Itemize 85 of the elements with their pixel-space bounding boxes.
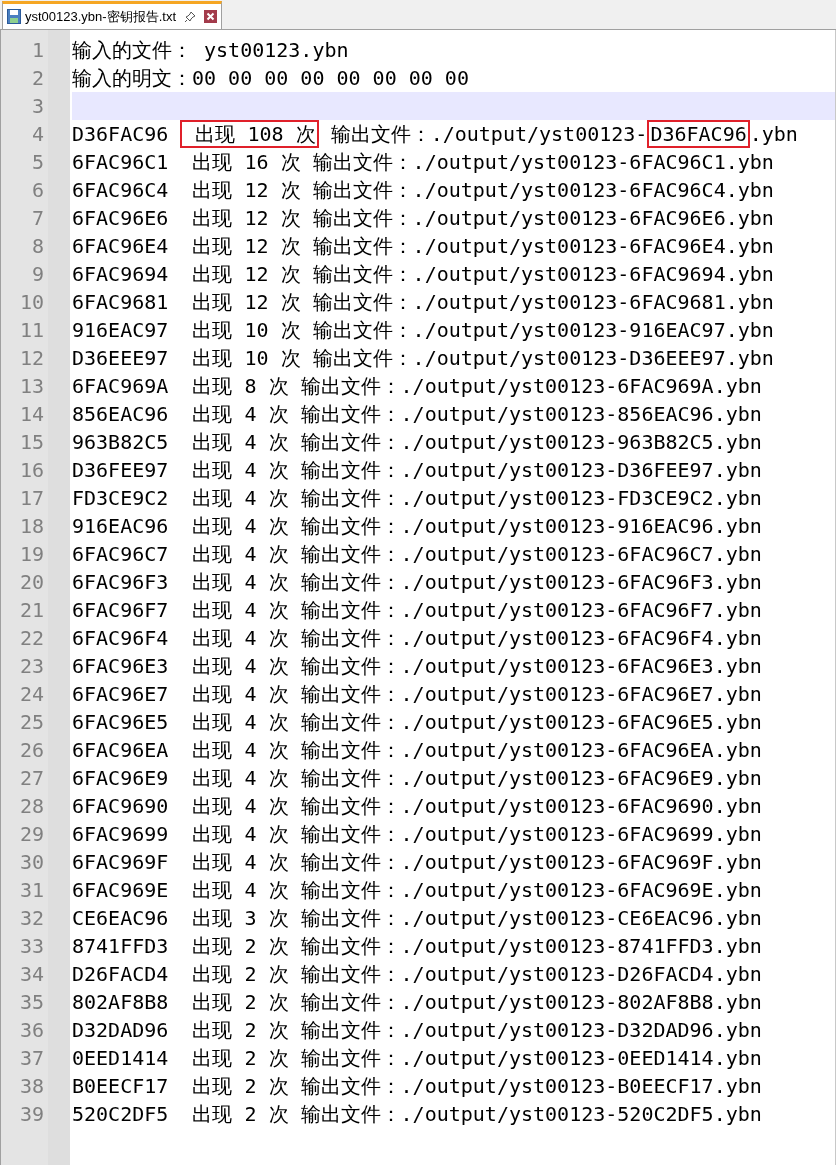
code-line: 802AF8B8 出现 2 次 输出文件：./output/yst00123-802AF8B8.ybn: [72, 989, 763, 1016]
pin-icon[interactable]: [184, 10, 196, 23]
line-number: 15: [18, 429, 45, 456]
line-number: 1: [30, 37, 45, 64]
line-number: 12: [18, 345, 45, 372]
line-number: 4: [30, 121, 45, 148]
line-number: 18: [18, 513, 45, 540]
line-number: 27: [18, 765, 45, 792]
code-line: 6FAC96E4 出现 12 次 输出文件：./output/yst00123-6FAC96E4.ybn: [72, 233, 775, 260]
line-number: 31: [18, 877, 45, 904]
save-icon: [7, 9, 21, 24]
code-line: D36EEE97 出现 10 次 输出文件：./output/yst00123-D36EEE97.ybn: [72, 345, 775, 372]
line-number: 35: [18, 989, 45, 1016]
code-line: D36FEE97 出现 4 次 输出文件：./output/yst00123-D36FEE97.ybn: [72, 457, 763, 484]
code-line: 6FAC969A 出现 8 次 输出文件：./output/yst00123-6FAC969A.ybn: [72, 373, 763, 400]
line-number: 8: [30, 233, 45, 260]
code-line: 6FAC96F3 出现 4 次 输出文件：./output/yst00123-6FAC96F3.ybn: [72, 569, 763, 596]
code-line: 6FAC9699 出现 4 次 输出文件：./output/yst00123-6FAC9699.ybn: [72, 821, 763, 848]
line-number: 29: [18, 821, 45, 848]
code-line: 0EED1414 出现 2 次 输出文件：./output/yst00123-0EED1414.ybn: [72, 1045, 763, 1072]
line-number: 23: [18, 653, 45, 680]
code-line: B0EECF17 出现 2 次 输出文件：./output/yst00123-B0EECF17.ybn: [72, 1073, 763, 1100]
code-line: 856EAC96 出现 4 次 输出文件：./output/yst00123-856EAC96.ybn: [72, 401, 763, 428]
line-number: 20: [18, 569, 45, 596]
line-number: 3: [30, 93, 45, 120]
line-number: 7: [30, 205, 45, 232]
code-line: 6FAC96E5 出现 4 次 输出文件：./output/yst00123-6FAC96E5.ybn: [72, 709, 763, 736]
line-number: 21: [18, 597, 45, 624]
code-line: D26FACD4 出现 2 次 输出文件：./output/yst00123-D26FACD4.ybn: [72, 961, 763, 988]
code-line: 6FAC9694 出现 12 次 输出文件：./output/yst00123-6FAC9694.ybn: [72, 261, 775, 288]
line-number: 39: [18, 1101, 45, 1128]
highlight-box: D36FAC96: [647, 120, 750, 148]
code-line: 6FAC96E6 出现 12 次 输出文件：./output/yst00123-6FAC96E6.ybn: [72, 205, 775, 232]
code-line: 6FAC96E9 出现 4 次 输出文件：./output/yst00123-6FAC96E9.ybn: [72, 765, 763, 792]
line-number: 2: [30, 65, 45, 92]
code-line: 6FAC96EA 出现 4 次 输出文件：./output/yst00123-6FAC96EA.ybn: [72, 737, 763, 764]
code-text: 输出文件：./output/yst00123-: [329, 121, 648, 148]
line-number: 16: [18, 457, 45, 484]
code-text: .ybn: [749, 121, 798, 148]
code-line: 916EAC97 出现 10 次 输出文件：./output/yst00123-916EAC97.ybn: [72, 317, 775, 344]
line-number: 5: [30, 149, 45, 176]
code-line: 6FAC96E7 出现 4 次 输出文件：./output/yst00123-6FAC96E7.ybn: [72, 681, 763, 708]
line-number: 19: [18, 541, 45, 568]
highlight-box: 出现 108 次: [180, 120, 319, 148]
code-line: 6FAC96C1 出现 16 次 输出文件：./output/yst00123-6FAC96C1.ybn: [72, 149, 775, 176]
file-tab[interactable]: yst00123.ybn-密钥报告.txt: [2, 1, 222, 29]
line-number: 33: [18, 933, 45, 960]
code-line: CE6EAC96 出现 3 次 输出文件：./output/yst00123-CE6EAC96.ybn: [72, 905, 763, 932]
line-number: 34: [18, 961, 45, 988]
code-line: 6FAC96F7 出现 4 次 输出文件：./output/yst00123-6FAC96F7.ybn: [72, 597, 763, 624]
line-number: 32: [18, 905, 45, 932]
code-line: 6FAC9690 出现 4 次 输出文件：./output/yst00123-6FAC9690.ybn: [72, 793, 763, 820]
code-line: 963B82C5 出现 4 次 输出文件：./output/yst00123-963B82C5.ybn: [72, 429, 763, 456]
code-line: 输入的明文：00 00 00 00 00 00 00 00: [72, 65, 470, 92]
line-number: 36: [18, 1017, 45, 1044]
line-number: 37: [18, 1045, 45, 1072]
line-number: 9: [30, 261, 45, 288]
code-line: 6FAC969F 出现 4 次 输出文件：./output/yst00123-6FAC969F.ybn: [72, 849, 763, 876]
code-line: 6FAC969E 出现 4 次 输出文件：./output/yst00123-6FAC969E.ybn: [72, 877, 763, 904]
line-number: 26: [18, 737, 45, 764]
line-number: 24: [18, 681, 45, 708]
line-number: 17: [18, 485, 45, 512]
line-number: 30: [18, 849, 45, 876]
code-line: 输入的文件： yst00123.ybn: [72, 37, 350, 64]
close-icon[interactable]: [204, 10, 217, 23]
code-line: 6FAC96F4 出现 4 次 输出文件：./output/yst00123-6FAC96F4.ybn: [72, 625, 763, 652]
code-line: 6FAC96C4 出现 12 次 输出文件：./output/yst00123-6FAC96C4.ybn: [72, 177, 775, 204]
line-number: 25: [18, 709, 45, 736]
line-number: 10: [18, 289, 45, 316]
code-line: 6FAC9681 出现 12 次 输出文件：./output/yst00123-6FAC9681.ybn: [72, 289, 775, 316]
line-number: 14: [18, 401, 45, 428]
code-line: FD3CE9C2 出现 4 次 输出文件：./output/yst00123-FD3CE9C2.ybn: [72, 485, 763, 512]
code-line: 6FAC96C7 出现 4 次 输出文件：./output/yst00123-6FAC96C7.ybn: [72, 541, 763, 568]
line-number: 28: [18, 793, 45, 820]
code-line: 6FAC96E3 出现 4 次 输出文件：./output/yst00123-6FAC96E3.ybn: [72, 653, 763, 680]
code-text: D36FAC96: [72, 121, 170, 148]
code-line: 916EAC96 出现 4 次 输出文件：./output/yst00123-916EAC96.ybn: [72, 513, 763, 540]
code-line: D32DAD96 出现 2 次 输出文件：./output/yst00123-D32DAD96.ybn: [72, 1017, 763, 1044]
line-number: 6: [30, 177, 45, 204]
code-line: 520C2DF5 出现 2 次 输出文件：./output/yst00123-520C2DF5.ybn: [72, 1101, 763, 1128]
code-line: 8741FFD3 出现 2 次 输出文件：./output/yst00123-8741FFD3.ybn: [72, 933, 763, 960]
line-number: 13: [18, 373, 45, 400]
line-number: 11: [18, 317, 45, 344]
line-number: 38: [18, 1073, 45, 1100]
line-number: 22: [18, 625, 45, 652]
